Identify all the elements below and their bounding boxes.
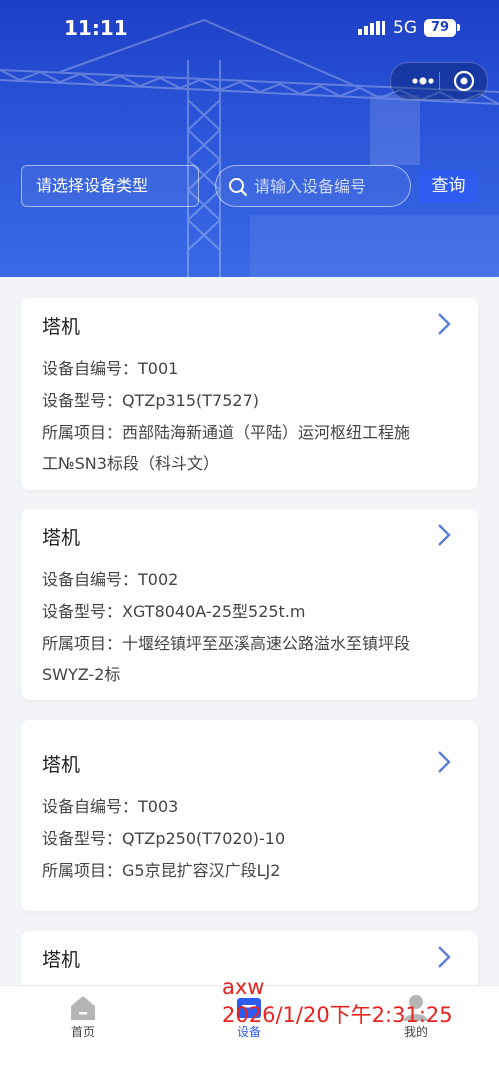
- device-type-title: 塔机: [42, 949, 81, 971]
- tab-home[interactable]: 首页: [33, 986, 133, 1056]
- watermark-timestamp: 2026/1/20下午2:31:25: [222, 1003, 453, 1027]
- battery-icon: 79: [424, 19, 456, 37]
- home-icon: [71, 996, 95, 1020]
- network-type: 5G: [393, 18, 417, 38]
- signal-icon: [358, 21, 385, 35]
- chevron-right-icon: [438, 751, 451, 773]
- tab-home-label: 首页: [70, 1025, 95, 1039]
- query-button[interactable]: 查询: [419, 170, 478, 203]
- device-card[interactable]: 塔机 设备自编号：T001 设备型号：QTZp315(T7527) 所属项目：西…: [21, 298, 478, 490]
- device-search-box[interactable]: [215, 165, 411, 207]
- status-time: 11:11: [64, 16, 128, 40]
- device-project: 所属项目：西部陆海新通道（平陆）运河枢纽工程施: [42, 423, 411, 442]
- device-project-cont: 工№SN3标段（科斗文）: [42, 454, 219, 473]
- status-bar: 11:11 5G 79: [0, 0, 499, 60]
- target-icon[interactable]: [453, 70, 475, 92]
- device-model: 设备型号：QTZp250(T7020)-10: [42, 829, 286, 848]
- device-project-cont: SWYZ-2标: [42, 665, 121, 684]
- device-code-input[interactable]: [254, 166, 404, 206]
- header-banner: 11:11 5G 79 请选择设备类型 查询: [0, 0, 499, 277]
- watermark-user: axw: [222, 975, 265, 999]
- device-model: 设备型号：XGT8040A-25型525t.m: [42, 602, 306, 621]
- device-project: 所属项目：十堰经镇坪至巫溪高速公路溢水至镇坪段: [42, 634, 411, 653]
- chevron-right-icon: [438, 313, 451, 335]
- device-project: 所属项目：G5京昆扩容汉广段LJ2: [42, 861, 281, 880]
- device-card[interactable]: 塔机 设备自编号：T002 设备型号：XGT8040A-25型525t.m 所属…: [21, 509, 478, 700]
- search-icon: [229, 178, 248, 197]
- battery-tip: [457, 24, 460, 31]
- chevron-right-icon: [438, 524, 451, 546]
- device-type-select[interactable]: 请选择设备类型: [21, 165, 199, 207]
- capsule-divider: [439, 72, 440, 90]
- device-type-title: 塔机: [42, 754, 81, 776]
- device-type-title: 塔机: [42, 316, 81, 338]
- device-code: 设备自编号：T001: [42, 359, 179, 378]
- device-model: 设备型号：QTZp315(T7527): [42, 391, 260, 410]
- device-type-title: 塔机: [42, 527, 81, 549]
- chevron-right-icon: [438, 946, 451, 968]
- device-card[interactable]: 塔机 设备自编号：T003 设备型号：QTZp250(T7020)-10 所属项…: [21, 720, 478, 911]
- watermark: axw 2026/1/20下午2:31:25: [222, 973, 453, 1029]
- device-code: 设备自编号：T003: [42, 797, 179, 816]
- more-dots-icon[interactable]: [405, 63, 441, 99]
- miniprogram-capsule: [390, 62, 488, 100]
- device-code: 设备自编号：T002: [42, 570, 179, 589]
